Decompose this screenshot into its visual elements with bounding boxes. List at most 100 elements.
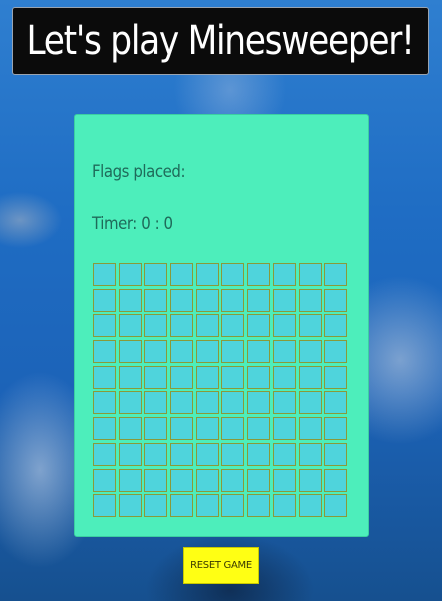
board-cell[interactable] bbox=[195, 494, 219, 518]
board-cell[interactable] bbox=[118, 314, 142, 338]
board-cell[interactable] bbox=[298, 263, 322, 286]
board-cell[interactable] bbox=[272, 263, 296, 286]
board-cell[interactable] bbox=[195, 263, 219, 286]
board-cell[interactable] bbox=[221, 391, 245, 415]
board-cell[interactable] bbox=[170, 288, 194, 312]
board-cell[interactable] bbox=[93, 494, 116, 518]
board-cell[interactable] bbox=[195, 391, 219, 415]
board-cell[interactable] bbox=[324, 442, 348, 466]
board-cell[interactable] bbox=[118, 263, 142, 286]
board-cell[interactable] bbox=[170, 442, 194, 466]
board-cell[interactable] bbox=[170, 263, 194, 286]
board-cell[interactable] bbox=[170, 468, 194, 492]
board-cell[interactable] bbox=[144, 340, 168, 364]
board-cell[interactable] bbox=[221, 365, 245, 389]
board-cell[interactable] bbox=[298, 391, 322, 415]
board-cell[interactable] bbox=[298, 365, 322, 389]
board-cell[interactable] bbox=[93, 365, 116, 389]
board-cell[interactable] bbox=[324, 340, 348, 364]
board-cell[interactable] bbox=[170, 417, 194, 441]
board-cell[interactable] bbox=[324, 314, 348, 338]
board-cell[interactable] bbox=[118, 365, 142, 389]
board-cell[interactable] bbox=[118, 340, 142, 364]
board-cell[interactable] bbox=[221, 417, 245, 441]
board-cell[interactable] bbox=[272, 468, 296, 492]
board-cell[interactable] bbox=[195, 468, 219, 492]
board-cell[interactable] bbox=[93, 340, 116, 364]
board-cell[interactable] bbox=[298, 417, 322, 441]
board-cell[interactable] bbox=[272, 442, 296, 466]
board-cell[interactable] bbox=[118, 442, 142, 466]
board-cell[interactable] bbox=[247, 391, 271, 415]
board-cell[interactable] bbox=[93, 417, 116, 441]
board-cell[interactable] bbox=[298, 314, 322, 338]
board-cell[interactable] bbox=[93, 442, 116, 466]
board-cell[interactable] bbox=[144, 288, 168, 312]
board-cell[interactable] bbox=[247, 417, 271, 441]
board-cell[interactable] bbox=[247, 314, 271, 338]
board-cell[interactable] bbox=[195, 314, 219, 338]
board-cell[interactable] bbox=[324, 365, 348, 389]
board-cell[interactable] bbox=[195, 442, 219, 466]
board-cell[interactable] bbox=[298, 288, 322, 312]
board-cell[interactable] bbox=[93, 288, 116, 312]
board-cell[interactable] bbox=[324, 468, 348, 492]
board-cell[interactable] bbox=[247, 442, 271, 466]
board-cell[interactable] bbox=[144, 391, 168, 415]
board-cell[interactable] bbox=[170, 314, 194, 338]
board-cell[interactable] bbox=[324, 494, 348, 518]
board-cell[interactable] bbox=[272, 340, 296, 364]
board-cell[interactable] bbox=[144, 417, 168, 441]
board-cell[interactable] bbox=[221, 340, 245, 364]
board-cell[interactable] bbox=[144, 314, 168, 338]
board-cell[interactable] bbox=[298, 494, 322, 518]
board-cell[interactable] bbox=[247, 468, 271, 492]
board-cell[interactable] bbox=[118, 494, 142, 518]
board-cell[interactable] bbox=[144, 494, 168, 518]
board-cell[interactable] bbox=[118, 417, 142, 441]
board-cell[interactable] bbox=[298, 468, 322, 492]
board-cell[interactable] bbox=[170, 391, 194, 415]
board-cell[interactable] bbox=[118, 288, 142, 312]
board-cell[interactable] bbox=[195, 365, 219, 389]
board-cell[interactable] bbox=[221, 288, 245, 312]
board-cell[interactable] bbox=[272, 288, 296, 312]
board-cell[interactable] bbox=[221, 263, 245, 286]
reset-game-button[interactable]: RESET GAME bbox=[183, 547, 259, 584]
board-cell[interactable] bbox=[247, 288, 271, 312]
board-cell[interactable] bbox=[144, 365, 168, 389]
board-cell[interactable] bbox=[298, 340, 322, 364]
board-cell[interactable] bbox=[195, 340, 219, 364]
board-cell[interactable] bbox=[272, 494, 296, 518]
board-cell[interactable] bbox=[247, 365, 271, 389]
board-cell[interactable] bbox=[221, 468, 245, 492]
board-cell[interactable] bbox=[324, 263, 348, 286]
board-cell[interactable] bbox=[272, 417, 296, 441]
board-cell[interactable] bbox=[324, 417, 348, 441]
board-cell[interactable] bbox=[144, 468, 168, 492]
board-cell[interactable] bbox=[272, 365, 296, 389]
board-cell[interactable] bbox=[298, 442, 322, 466]
board-cell[interactable] bbox=[93, 468, 116, 492]
board-cell[interactable] bbox=[93, 391, 116, 415]
board-cell[interactable] bbox=[247, 263, 271, 286]
board-cell[interactable] bbox=[324, 391, 348, 415]
board-cell[interactable] bbox=[118, 391, 142, 415]
board-cell[interactable] bbox=[170, 365, 194, 389]
board-cell[interactable] bbox=[221, 314, 245, 338]
board-cell[interactable] bbox=[93, 263, 116, 286]
board-cell[interactable] bbox=[272, 314, 296, 338]
board-cell[interactable] bbox=[324, 288, 348, 312]
board-cell[interactable] bbox=[93, 314, 116, 338]
board-cell[interactable] bbox=[247, 340, 271, 364]
board-cell[interactable] bbox=[247, 494, 271, 518]
board-cell[interactable] bbox=[221, 494, 245, 518]
board-cell[interactable] bbox=[170, 494, 194, 518]
board-cell[interactable] bbox=[170, 340, 194, 364]
board-cell[interactable] bbox=[195, 288, 219, 312]
board-cell[interactable] bbox=[144, 442, 168, 466]
board-cell[interactable] bbox=[195, 417, 219, 441]
board-cell[interactable] bbox=[221, 442, 245, 466]
board-cell[interactable] bbox=[118, 468, 142, 492]
board-cell[interactable] bbox=[272, 391, 296, 415]
